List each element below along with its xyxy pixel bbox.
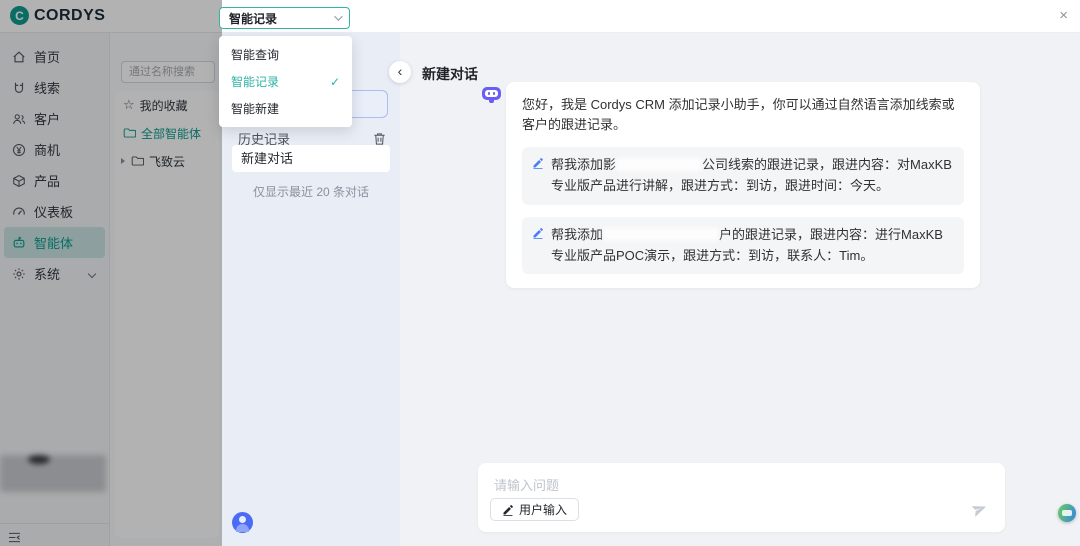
close-icon[interactable]: × bbox=[1059, 6, 1068, 26]
agent-type-select[interactable]: 智能记录 bbox=[219, 7, 350, 29]
menu-item-smart-record[interactable]: 智能记录 ✓ bbox=[219, 68, 352, 95]
message-input-placeholder[interactable]: 请输入问题 bbox=[494, 475, 559, 494]
user-avatar[interactable] bbox=[232, 512, 253, 533]
history-conversation-item[interactable]: 新建对话 bbox=[232, 145, 390, 172]
agent-type-select-value: 智能记录 bbox=[229, 11, 278, 26]
pencil-icon bbox=[533, 227, 543, 239]
pencil-icon bbox=[503, 504, 513, 516]
chat-area: ‹ 新建对话 您好，我是 Cordys CRM 添加记录小助手，你可以通过自然语… bbox=[389, 33, 1080, 546]
modal-dim-overlay bbox=[0, 0, 222, 546]
send-icon[interactable] bbox=[971, 501, 988, 518]
maxkb-assistant-float-icon[interactable] bbox=[1058, 504, 1076, 522]
user-input-button[interactable]: 用户输入 bbox=[490, 498, 580, 521]
user-input-button-label: 用户输入 bbox=[519, 503, 568, 517]
agent-type-menu: 智能查询 智能记录 ✓ 智能新建 bbox=[219, 36, 352, 127]
message-input-card[interactable]: 请输入问题 用户输入 bbox=[478, 463, 1005, 532]
collapse-history-button[interactable]: ‹ bbox=[389, 61, 411, 83]
check-icon: ✓ bbox=[329, 74, 340, 89]
suggestion-text: 帮我添加 户的跟进记录，跟进内容：进行MaxKB专业版产品POC演示，跟进方式：到… bbox=[551, 226, 943, 263]
assistant-robot-avatar bbox=[482, 85, 501, 103]
pencil-icon bbox=[533, 158, 543, 170]
suggestion-item-1[interactable]: 帮我添加影 公司线索的跟进记录，跟进内容：对MaxKB专业版产品进行讲解，跟进方式… bbox=[522, 147, 964, 205]
redacted-company-name bbox=[616, 158, 703, 172]
suggestion-text: 帮我添加影 公司线索的跟进记录，跟进内容：对MaxKB专业版产品进行讲解，跟进方式… bbox=[551, 157, 952, 194]
assistant-welcome-card: 您好，我是 Cordys CRM 添加记录小助手，你可以通过自然语言添加线索或客… bbox=[506, 82, 980, 289]
suggestion-item-2[interactable]: 帮我添加 户的跟进记录，跟进内容：进行MaxKB专业版产品POC演示，跟进方式：到… bbox=[522, 216, 964, 275]
screen: C CORDYS 首页 线索 客户 商机 产品 仪表板 智能体 系统 通过名称搜… bbox=[0, 0, 1080, 546]
dialog-topbar: × bbox=[222, 0, 1080, 33]
menu-item-smart-create[interactable]: 智能新建 bbox=[219, 95, 352, 122]
history-limit-note: 仅显示最近 20 条对话 bbox=[252, 185, 370, 199]
trash-icon[interactable] bbox=[373, 132, 386, 146]
menu-item-smart-query[interactable]: 智能查询 bbox=[219, 41, 352, 68]
redacted-customer-name bbox=[603, 227, 720, 241]
welcome-message: 您好，我是 Cordys CRM 添加记录小助手，你可以通过自然语言添加线索或客… bbox=[522, 97, 955, 133]
chat-header-title: 新建对话 bbox=[422, 66, 478, 82]
chevron-down-icon bbox=[334, 12, 343, 21]
